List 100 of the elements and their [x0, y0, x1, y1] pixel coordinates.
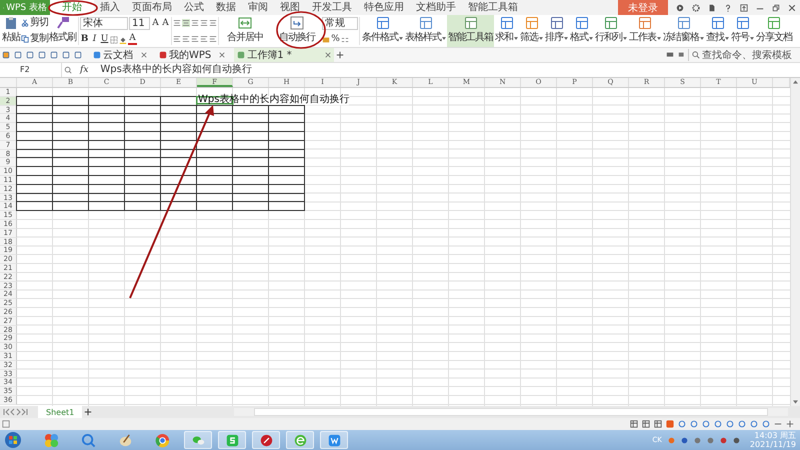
- shrink-font-button[interactable]: A: [161, 18, 170, 29]
- scroll-down-icon[interactable]: [793, 400, 798, 404]
- document-tab[interactable]: 云文档: [90, 48, 150, 62]
- align-icon[interactable]: [191, 35, 199, 43]
- writer-app-icon: [328, 434, 340, 446]
- ribbon-button[interactable]: 符号: [730, 15, 755, 47]
- ribbon-button[interactable]: 工作表: [628, 15, 662, 47]
- skin-icon[interactable]: [676, 4, 684, 12]
- menu-tab[interactable]: 插入: [94, 0, 126, 15]
- align-icon[interactable]: [200, 19, 208, 27]
- copy-button[interactable]: 复制: [21, 33, 48, 45]
- browser-icon[interactable]: [155, 432, 170, 448]
- paint-icon[interactable]: [118, 432, 133, 448]
- ribbon-button[interactable]: 筛选: [519, 15, 544, 47]
- view-mode-icon[interactable]: [642, 420, 650, 428]
- align-icon[interactable]: [191, 19, 199, 27]
- chat-icon: [192, 434, 204, 446]
- ribbon-button[interactable]: 冻结窗格: [662, 15, 705, 47]
- ribbon-button[interactable]: 条件格式: [361, 15, 404, 47]
- browser-app-button[interactable]: [286, 431, 314, 449]
- zoom-in-icon[interactable]: [786, 420, 794, 428]
- font-size-dropdown[interactable]: 11: [129, 17, 150, 30]
- ribbon-button[interactable]: 排序: [544, 15, 569, 47]
- filter-icon[interactable]: [678, 51, 686, 59]
- menu-tab[interactable]: 数据: [210, 0, 242, 15]
- document-tab[interactable]: 我的WPS: [156, 48, 228, 62]
- media-app-button[interactable]: [252, 431, 280, 449]
- spreadsheet-app-button[interactable]: [218, 431, 246, 449]
- chat-app-button[interactable]: [184, 431, 212, 449]
- font-name-dropdown[interactable]: 宋体: [80, 17, 128, 30]
- ribbon-button[interactable]: 求和: [494, 15, 519, 47]
- menu-tab[interactable]: 视图: [274, 0, 306, 15]
- help-icon[interactable]: [724, 4, 732, 12]
- fill-color-icon[interactable]: [119, 36, 127, 44]
- merge-center-button[interactable]: 合并居中: [226, 15, 264, 47]
- menu-tab[interactable]: 审阅: [242, 0, 274, 15]
- page-icon[interactable]: [2, 420, 10, 428]
- cut-button[interactable]: 剪切: [21, 17, 48, 29]
- align-icon[interactable]: [200, 35, 208, 43]
- ribbon-button[interactable]: 行和列: [594, 15, 628, 47]
- view-mode-icon[interactable]: [654, 420, 662, 428]
- tab-app-icon: [159, 51, 167, 59]
- app-icon[interactable]: [44, 432, 59, 448]
- menu-tab[interactable]: 文档助手: [410, 0, 462, 15]
- gear-icon[interactable]: [692, 4, 700, 12]
- document-icon[interactable]: [708, 4, 716, 12]
- percent-button[interactable]: %: [331, 34, 340, 45]
- align-icon[interactable]: [209, 35, 217, 43]
- name-box[interactable]: F2: [0, 63, 62, 77]
- ime-icon[interactable]: [666, 420, 674, 428]
- align-icon[interactable]: [173, 19, 181, 27]
- pin-icon[interactable]: [740, 4, 748, 12]
- menu-tab[interactable]: 智能工具箱: [462, 0, 524, 15]
- currency-icon[interactable]: [322, 36, 330, 44]
- menu-tab[interactable]: 特色应用: [358, 0, 410, 15]
- align-icon[interactable]: [182, 35, 190, 43]
- sheet-tab[interactable]: Sheet1: [38, 406, 82, 418]
- underline-button[interactable]: U: [100, 34, 109, 45]
- grow-font-button[interactable]: A: [151, 18, 160, 29]
- italic-button[interactable]: I: [90, 34, 99, 45]
- formula-field[interactable]: Wps表格中的长内容如何自动换行: [94, 63, 252, 77]
- menu-tab[interactable]: 页面布局: [126, 0, 178, 15]
- add-sheet-icon[interactable]: [84, 408, 92, 416]
- close-icon[interactable]: [788, 4, 796, 12]
- zoom-icon[interactable]: [64, 66, 72, 74]
- ribbon-button[interactable]: 格式: [569, 15, 594, 47]
- ribbon-button[interactable]: 智能工具箱: [447, 15, 494, 47]
- format-painter-button[interactable]: 格式刷: [48, 15, 77, 47]
- search-icon: [692, 51, 700, 59]
- number-format-dropdown[interactable]: 常规: [322, 17, 358, 30]
- scroll-up-icon[interactable]: [793, 80, 798, 84]
- cell-grid[interactable]: [17, 88, 790, 406]
- function-label[interactable]: fx: [80, 65, 88, 75]
- clock-date: 2021/11/19: [750, 440, 796, 449]
- align-icon[interactable]: [209, 19, 217, 27]
- browser-e-icon: [294, 434, 306, 446]
- menu-tab[interactable]: 公式: [178, 0, 210, 15]
- borders-icon[interactable]: [110, 36, 118, 44]
- search-icon[interactable]: [81, 432, 96, 448]
- paste-button[interactable]: 粘贴: [1, 15, 21, 47]
- vertical-scrollbar[interactable]: [790, 78, 800, 406]
- comment-icon[interactable]: [666, 51, 674, 59]
- new-tab-icon[interactable]: [336, 51, 344, 59]
- ribbon-button[interactable]: 查找: [705, 15, 730, 47]
- horizontal-scrollbar[interactable]: [234, 408, 788, 416]
- writer-app-button[interactable]: [320, 431, 348, 449]
- menu-tab[interactable]: 开发工具: [306, 0, 358, 15]
- document-tab[interactable]: 工作簿1 *: [234, 48, 334, 62]
- decimal-icon[interactable]: [341, 36, 349, 44]
- restore-icon[interactable]: [772, 4, 780, 12]
- view-mode-icon[interactable]: [630, 420, 638, 428]
- font-color-button[interactable]: A: [128, 34, 137, 45]
- bold-button[interactable]: B: [80, 34, 89, 45]
- start-button[interactable]: [4, 431, 22, 449]
- align-icon[interactable]: [173, 35, 181, 43]
- align-icon[interactable]: [182, 19, 190, 27]
- ribbon-button[interactable]: 分享文档: [755, 15, 793, 47]
- ribbon-button[interactable]: 表格样式: [404, 15, 447, 47]
- app-logo[interactable]: WPS 表格: [0, 0, 50, 15]
- search-field[interactable]: 查找命令、搜索模板: [688, 49, 800, 61]
